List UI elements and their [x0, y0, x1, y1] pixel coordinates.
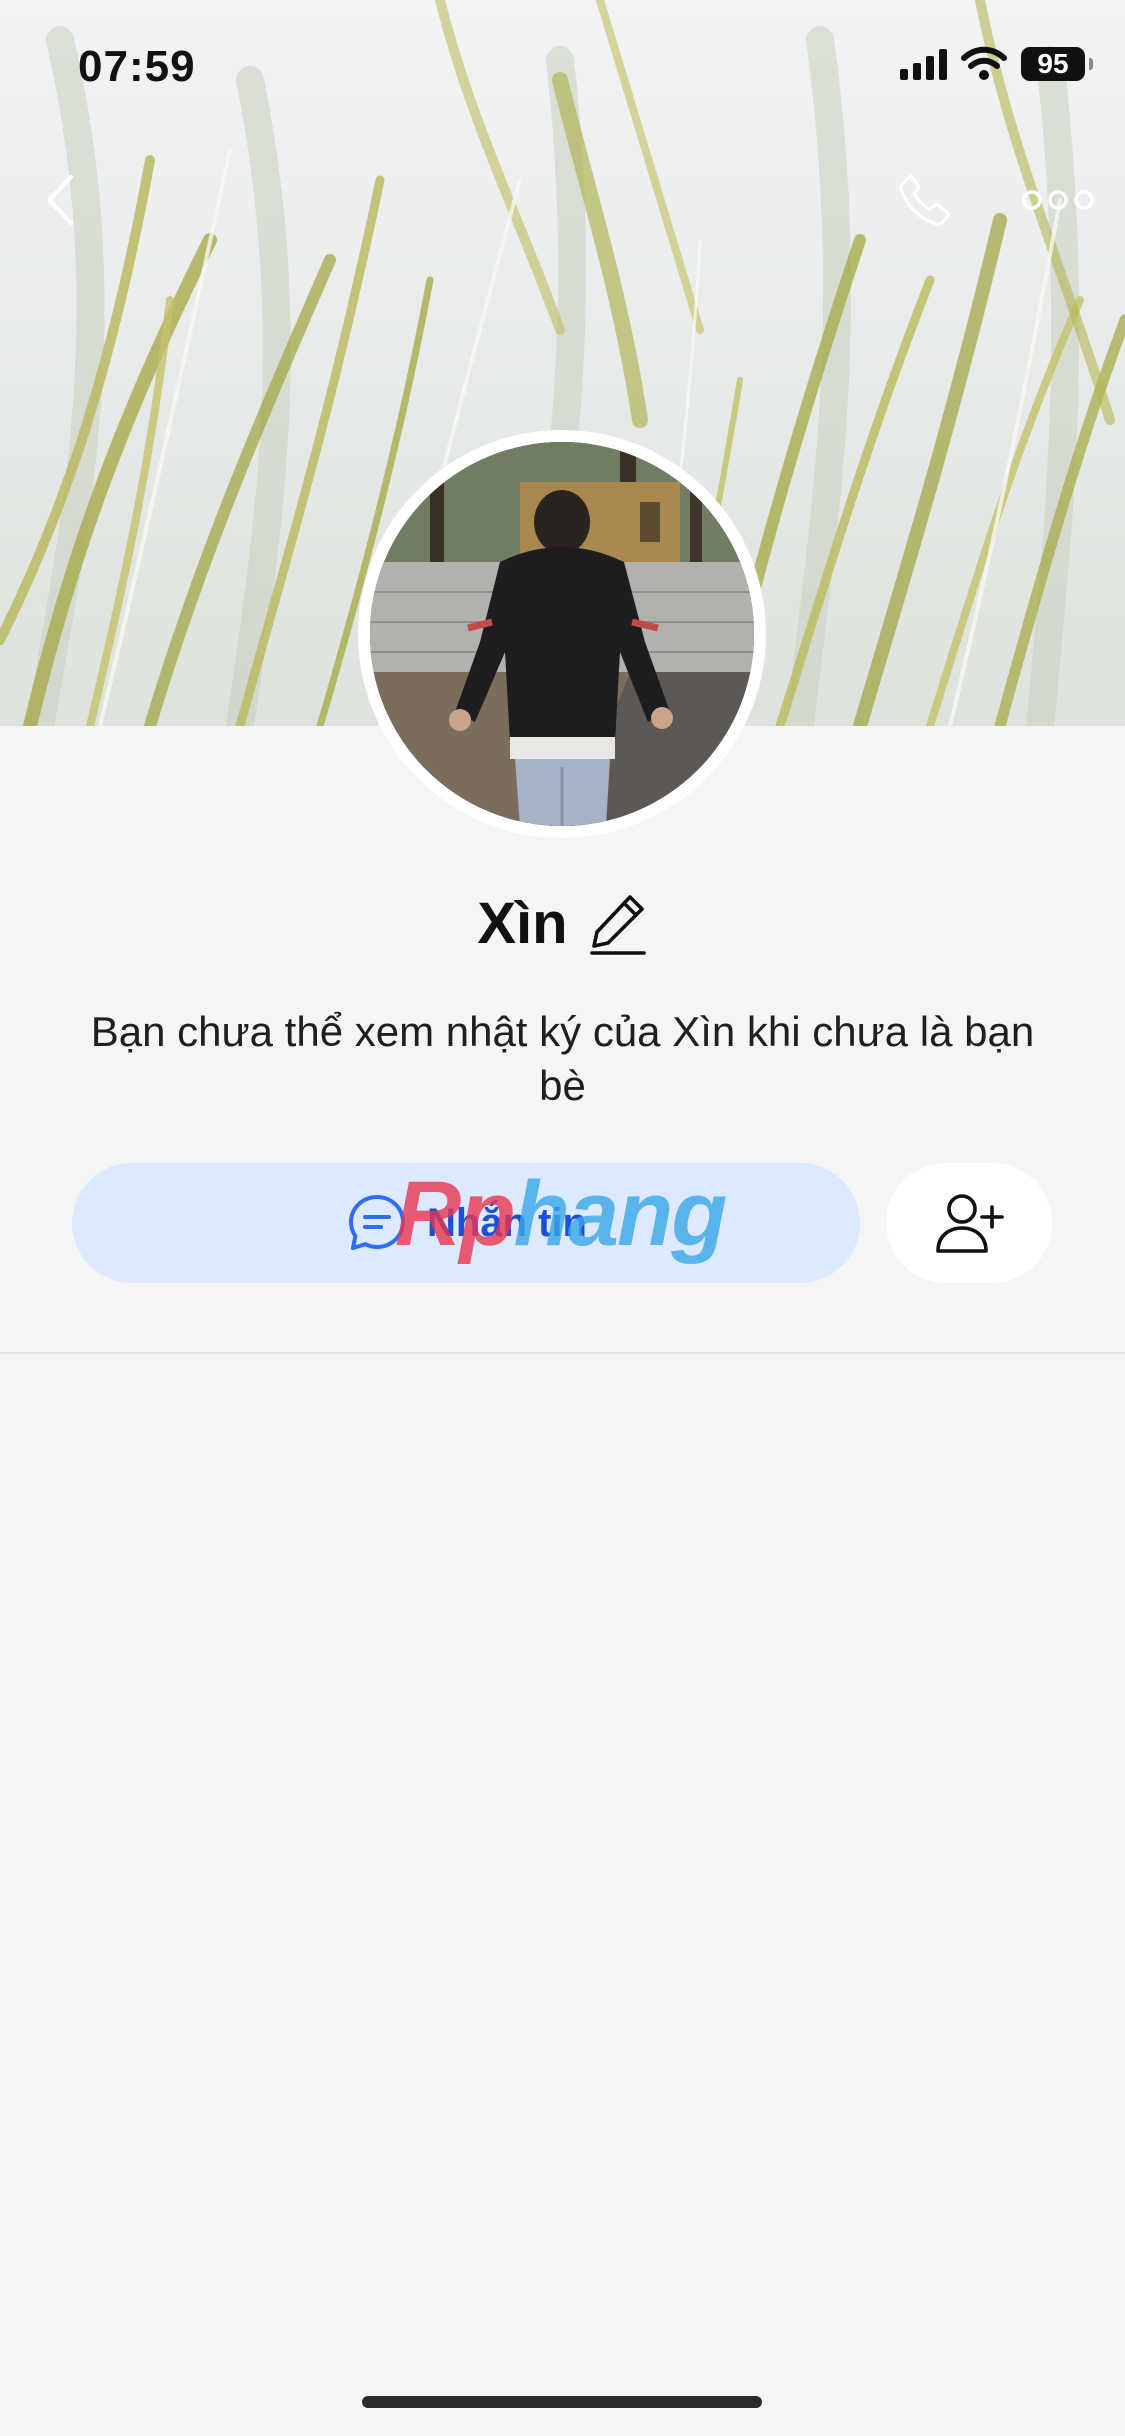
home-indicator[interactable]: [362, 2396, 762, 2408]
cellular-signal-icon: [900, 48, 947, 80]
pencil-icon[interactable]: [588, 891, 648, 957]
status-icons: 95: [900, 46, 1093, 82]
avatar-image: [370, 442, 754, 826]
chevron-left-icon: [47, 175, 73, 225]
message-button-label: Nhắn tin: [427, 1200, 587, 1245]
battery-level: 95: [1037, 48, 1069, 79]
section-divider: [0, 1352, 1125, 1354]
battery-icon: 95: [1021, 47, 1093, 81]
phone-icon: [899, 174, 950, 226]
avatar[interactable]: [358, 430, 766, 838]
chat-bubble-icon: [349, 1195, 405, 1250]
profile-name: Xìn: [477, 891, 568, 956]
call-button[interactable]: [890, 165, 960, 235]
add-friend-button[interactable]: [886, 1163, 1052, 1283]
message-button[interactable]: Nhắn tin: [72, 1163, 860, 1283]
profile-name-row: Xìn: [0, 890, 1125, 957]
avatar-photo: [370, 442, 754, 826]
status-time: 07:59: [78, 42, 196, 91]
more-options-button[interactable]: [1018, 175, 1098, 225]
wifi-icon: [961, 46, 1007, 80]
more-horizontal-icon: [1022, 190, 1094, 210]
profile-screen: 07:59 95 Xìn Bạn chưa thể xem nhật ký củ…: [0, 0, 1125, 2436]
restriction-message: Bạn chưa thể xem nhật ký của Xìn khi chư…: [90, 1008, 1035, 1109]
add-user-icon: [936, 1194, 1004, 1253]
back-button[interactable]: [32, 165, 88, 235]
